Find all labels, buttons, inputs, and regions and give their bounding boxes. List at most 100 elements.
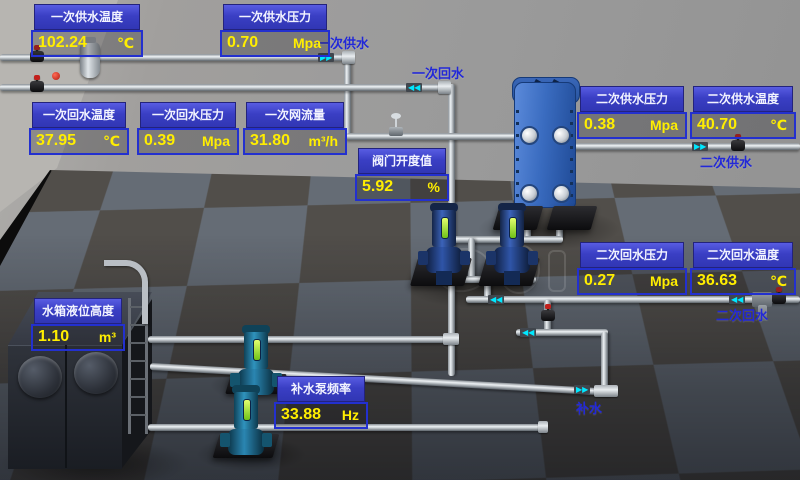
pump-flange (486, 251, 496, 265)
gauge-unit: Mpa (650, 273, 678, 289)
flow-arrow-left-icon: ◀◀ (488, 295, 504, 304)
pipe-coupling (594, 385, 618, 397)
gauge-makeup-pump-frequency[interactable]: 补水泵频率 33.88Hz (274, 376, 368, 429)
gauge-unit: Mpa (293, 35, 321, 51)
gauge-readout: 102.24℃ (31, 30, 143, 57)
gauge-primary-supply-temp[interactable]: 一次供水温度 102.24℃ (31, 4, 143, 57)
hx-port (552, 184, 571, 203)
gauge-unit: ℃ (770, 273, 787, 290)
pipe-to-heat-exchanger (346, 133, 526, 140)
gauge-readout: 0.70 Mpa (220, 30, 330, 57)
pump-neck (436, 271, 452, 285)
gauge-label: 二次供水压力 (580, 86, 684, 112)
pipe-secondary-return (466, 296, 800, 303)
pipe-secondary-supply (566, 143, 800, 150)
gauge-value: 0.70 (227, 34, 258, 52)
gauge-secondary-return-pressure[interactable]: 二次回水压力 0.27 Mpa (577, 242, 687, 295)
valve-makeup-tie-in[interactable] (541, 310, 555, 321)
pump-volute (426, 247, 462, 273)
valve-secondary-supply[interactable] (731, 140, 745, 151)
hx-bolts (570, 110, 573, 198)
gauge-unit: m³ (99, 329, 116, 345)
gauge-readout: 0.27 Mpa (577, 268, 687, 295)
pump-status-indicator (243, 399, 251, 421)
gauge-value: 31.80 (250, 132, 290, 150)
gauge-value: 0.38 (584, 116, 615, 134)
gauge-label: 二次供水温度 (693, 86, 793, 112)
gauge-value: 40.70 (697, 116, 737, 134)
gauge-unit: m³/h (308, 133, 338, 149)
pump-neck (504, 271, 520, 285)
pipe-coupling (438, 81, 451, 94)
pipe-tank-outlet (148, 336, 452, 343)
gauge-label: 一次网流量 (246, 102, 344, 128)
circulation-pump-1[interactable] (420, 203, 468, 287)
pipe-label-makeup: 补水 (576, 398, 602, 417)
gauge-valve-opening[interactable]: 阀门开度值 5.92% (355, 148, 449, 201)
gauge-unit: ℃ (103, 133, 120, 150)
gauge-value: 0.39 (144, 132, 175, 150)
pipe-coupling (342, 51, 355, 64)
hx-bolts (516, 110, 519, 198)
hx-base-pad (547, 206, 598, 230)
gauge-label: 一次供水压力 (223, 4, 327, 30)
pipe-primary-return (0, 84, 444, 91)
pump-status-indicator (441, 217, 449, 239)
gauge-readout: 36.63℃ (690, 268, 796, 295)
pipe-makeup-riser (601, 332, 608, 390)
gauge-label: 水箱液位高度 (34, 298, 122, 324)
tank-manhole (74, 352, 118, 394)
valve-primary-return[interactable] (30, 81, 44, 92)
hx-port (520, 184, 539, 203)
control-valve[interactable] (389, 118, 403, 136)
gauge-secondary-supply-pressure[interactable]: 二次供水压力 0.38 Mpa (577, 86, 687, 139)
gauge-primary-return-pressure[interactable]: 一次回水压力 0.39 Mpa (137, 102, 239, 155)
gauge-primary-supply-pressure[interactable]: 一次供水压力 0.70 Mpa (220, 4, 330, 57)
gauge-readout: 0.38 Mpa (577, 112, 687, 139)
gauge-value: 1.10 (38, 328, 69, 346)
pump-flange (262, 433, 272, 447)
circulation-pump-2[interactable] (488, 203, 536, 287)
gauge-unit: Mpa (202, 133, 230, 149)
gauge-label: 二次回水温度 (693, 242, 793, 268)
gauge-unit: Mpa (650, 117, 678, 133)
gauge-label: 一次回水压力 (140, 102, 236, 128)
pump-flange (220, 433, 230, 447)
pump-volute (228, 429, 264, 455)
pipe-label-primary-return: 一次回水 (412, 63, 464, 82)
gauge-readout: 37.95 ℃ (29, 128, 129, 155)
tank-manhole (18, 356, 62, 398)
gauge-value: 33.88 (281, 406, 321, 424)
gauge-value: 0.27 (584, 272, 615, 290)
gauge-unit: ℃ (117, 35, 134, 52)
gauge-secondary-supply-temp[interactable]: 二次供水温度 40.70℃ (690, 86, 796, 139)
flow-arrow-left-icon: ◀◀ (520, 328, 536, 337)
pump-flange (418, 251, 428, 265)
flow-arrow-right-icon: ▶▶ (574, 385, 590, 394)
gauge-label: 二次回水压力 (580, 242, 684, 268)
gauge-label: 一次回水温度 (32, 102, 126, 128)
gauge-readout: 1.10 m³ (31, 324, 125, 351)
makeup-pump-2[interactable] (222, 385, 270, 469)
gauge-value: 5.92 (362, 178, 393, 196)
hx-port (552, 126, 571, 145)
gauge-primary-return-temp[interactable]: 一次回水温度 37.95 ℃ (29, 102, 129, 155)
gauge-value: 37.95 (36, 132, 76, 150)
pump-volute (494, 247, 530, 273)
pipe-label-secondary-return: 二次回水 (716, 305, 768, 324)
gauge-secondary-return-temp[interactable]: 二次回水温度 36.63℃ (690, 242, 796, 295)
gauge-tank-level[interactable]: 水箱液位高度 1.10 m³ (31, 298, 125, 351)
flow-arrow-left-icon: ◀◀ (729, 295, 745, 304)
gauge-label: 补水泵频率 (277, 376, 365, 402)
tank-panel-seam (65, 345, 67, 468)
pipe-label-secondary-supply: 二次供水 (700, 152, 752, 171)
gauge-primary-flow[interactable]: 一次网流量 31.80 m³/h (243, 102, 347, 155)
plate-heat-exchanger[interactable] (514, 82, 576, 208)
pump-flange (460, 251, 470, 265)
gauge-readout: 31.80 m³/h (243, 128, 347, 155)
pressure-gauge-device (52, 72, 60, 80)
flow-arrow-left-icon: ◀◀ (406, 83, 422, 92)
hx-port (520, 126, 539, 145)
gauge-readout: 40.70℃ (690, 112, 796, 139)
flow-arrow-right-icon: ▶▶ (692, 142, 708, 151)
